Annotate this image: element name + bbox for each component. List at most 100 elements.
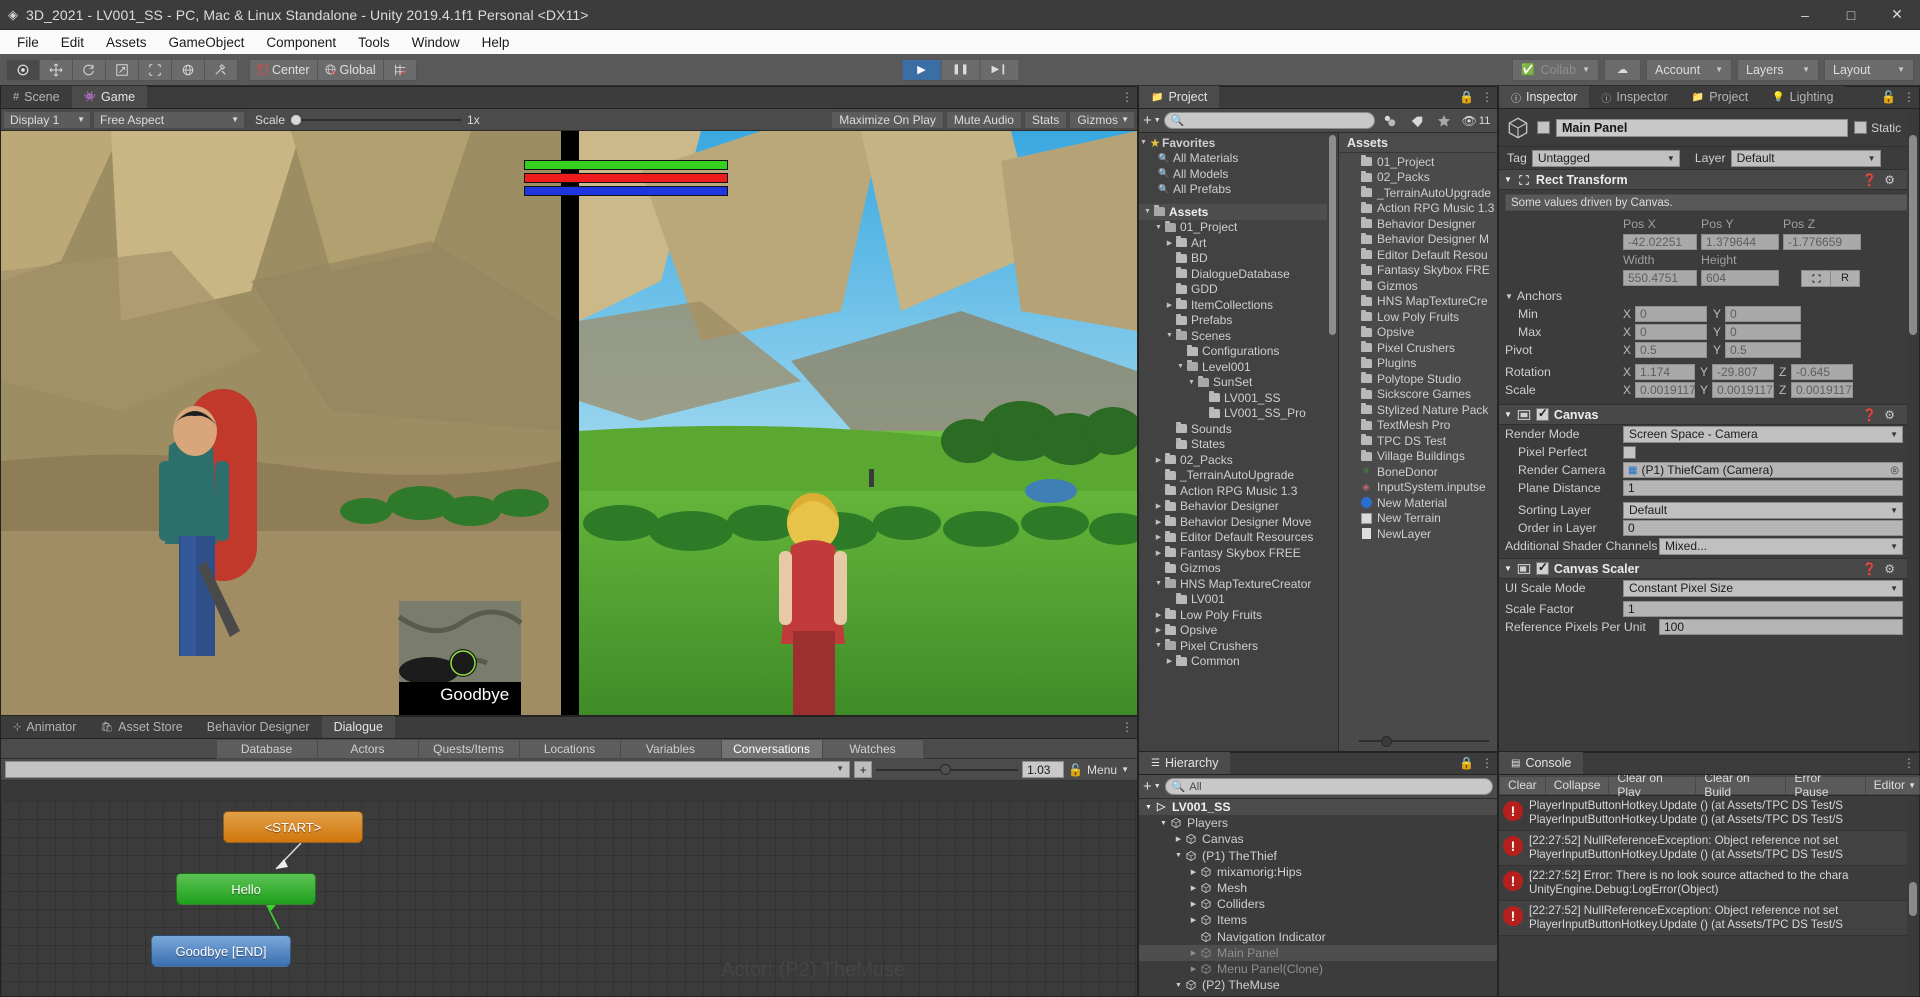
- inspector-scrollbar[interactable]: [1907, 109, 1919, 751]
- preset-icon[interactable]: ⚙: [1884, 562, 1895, 576]
- favorites-root[interactable]: ▼ ★ Favorites: [1139, 135, 1338, 151]
- move-tool-button[interactable]: [39, 58, 73, 81]
- asset-list-item[interactable]: Behavior Designer M: [1339, 232, 1497, 248]
- asset-list-item[interactable]: Village Buildings: [1339, 449, 1497, 465]
- asset-list-item[interactable]: NewLayer: [1339, 526, 1497, 542]
- menu-help[interactable]: Help: [471, 33, 521, 52]
- menu-gameobject[interactable]: GameObject: [158, 33, 256, 52]
- project-tree-item[interactable]: Action RPG Music 1.3: [1139, 483, 1338, 499]
- foldout-arrow-icon[interactable]: ▼: [1173, 982, 1184, 989]
- layers-button[interactable]: Layers ▼: [1737, 58, 1819, 81]
- static-toggle[interactable]: Static ▼: [1854, 121, 1913, 135]
- asset-list-item[interactable]: New Terrain: [1339, 511, 1497, 527]
- panel-menu-icon[interactable]: ⋮: [1903, 90, 1915, 104]
- project-tree-item[interactable]: ▼ SunSet: [1139, 375, 1338, 391]
- foldout-arrow-icon[interactable]: ▶: [1188, 916, 1199, 924]
- rect-transform-header[interactable]: ▼ Rect Transform ❓ ⚙ ⋮: [1499, 169, 1919, 190]
- pos-z-field[interactable]: -1.776659: [1783, 234, 1861, 250]
- foldout-arrow-icon[interactable]: ▼: [1176, 363, 1185, 370]
- preset-icon[interactable]: ⚙: [1884, 408, 1895, 422]
- asset-list-item[interactable]: _TerrainAutoUpgrade: [1339, 185, 1497, 201]
- pixel-perfect-checkbox[interactable]: [1623, 445, 1636, 459]
- foldout-arrow-icon[interactable]: ▼: [1139, 139, 1148, 146]
- favorite-item-0[interactable]: 🔍 All Materials: [1139, 151, 1338, 167]
- tab-scene[interactable]: # Scene: [1, 86, 72, 108]
- maximize-button[interactable]: □: [1828, 0, 1874, 30]
- menu-component[interactable]: Component: [255, 33, 347, 52]
- foldout-arrow-icon[interactable]: ▶: [1154, 626, 1163, 634]
- subtab-locations[interactable]: Locations: [518, 739, 621, 759]
- mute-audio-toggle[interactable]: Mute Audio: [945, 110, 1022, 129]
- stats-toggle[interactable]: Stats: [1023, 110, 1068, 129]
- foldout-arrow-icon[interactable]: ▼: [1173, 852, 1184, 859]
- project-tree-item[interactable]: ▶ Behavior Designer: [1139, 499, 1338, 515]
- pivot-y-field[interactable]: 0.5: [1725, 342, 1801, 358]
- foldout-arrow-icon[interactable]: ▼: [1154, 224, 1163, 231]
- tab-dialogue[interactable]: Dialogue: [321, 716, 395, 738]
- subtab-conversations[interactable]: Conversations: [720, 739, 823, 759]
- lock-icon[interactable]: 🔓: [1068, 763, 1083, 777]
- foldout-arrow-icon[interactable]: ▶: [1173, 835, 1184, 843]
- scale-factor-field[interactable]: 1: [1623, 601, 1903, 617]
- hierarchy-item[interactable]: ▶ Main Panel: [1139, 944, 1497, 961]
- rotation-x-field[interactable]: 1.174: [1635, 364, 1695, 380]
- tab-game[interactable]: 👾 Game: [71, 86, 148, 108]
- asset-list-item[interactable]: TPC DS Test: [1339, 433, 1497, 449]
- play-button[interactable]: ▶: [901, 58, 942, 81]
- foldout-arrow-icon[interactable]: ▼: [1504, 175, 1512, 184]
- gizmos-dropdown[interactable]: Gizmos ▼: [1069, 110, 1135, 129]
- help-icon[interactable]: ❓: [1862, 562, 1877, 576]
- subtab-watches[interactable]: Watches: [821, 739, 924, 759]
- transform-tool-button[interactable]: [171, 58, 205, 81]
- game-scale-slider[interactable]: [291, 113, 462, 127]
- lock-icon[interactable]: 🔓: [1881, 90, 1896, 104]
- foldout-arrow-icon[interactable]: ▶: [1165, 239, 1174, 247]
- pivot-mode-button[interactable]: Center: [249, 58, 318, 81]
- asset-list-item[interactable]: 02_Packs: [1339, 170, 1497, 186]
- foldout-arrow-icon[interactable]: ▶: [1188, 900, 1199, 908]
- foldout-arrow-icon[interactable]: ▼: [1154, 580, 1163, 587]
- pivot-rotation-button[interactable]: Global: [316, 58, 384, 81]
- foldout-arrow-icon[interactable]: ▶: [1165, 301, 1174, 309]
- asset-list-item[interactable]: Behavior Designer: [1339, 216, 1497, 232]
- scale-y-field[interactable]: 0.0019117: [1712, 382, 1774, 398]
- height-field[interactable]: 604: [1701, 270, 1779, 286]
- foldout-arrow-icon[interactable]: ▼: [1187, 379, 1196, 386]
- dialogue-node-hello[interactable]: Hello: [176, 873, 316, 905]
- foldout-arrow-icon[interactable]: ▶: [1154, 502, 1163, 510]
- anchor-min-y-field[interactable]: 0: [1725, 306, 1801, 322]
- dialogue-menu-button[interactable]: Menu ▼: [1087, 763, 1133, 777]
- scale-z-field[interactable]: 0.0019117: [1791, 382, 1853, 398]
- tab-hierarchy[interactable]: ☰ Hierarchy: [1139, 752, 1231, 774]
- project-tree-item[interactable]: BD: [1139, 251, 1338, 267]
- static-checkbox[interactable]: [1854, 121, 1868, 134]
- panel-menu-icon[interactable]: ⋮: [1121, 720, 1133, 734]
- project-tree-item[interactable]: ▶ Low Poly Fruits: [1139, 607, 1338, 623]
- canvas-enabled-checkbox[interactable]: [1535, 406, 1549, 421]
- order-in-layer-field[interactable]: 0: [1623, 520, 1903, 536]
- lock-icon[interactable]: 🔒: [1459, 90, 1474, 104]
- hierarchy-tree[interactable]: ▼ LV001_SS ▼ Players ▶ Canvas ▼ (P1) TheThief ▶ m…: [1139, 799, 1497, 996]
- error-pause-button[interactable]: Error Pause: [1785, 771, 1866, 799]
- asset-list-item[interactable]: Opsive: [1339, 325, 1497, 341]
- pause-button[interactable]: ❚❚: [940, 58, 981, 81]
- project-tree-item[interactable]: Gizmos: [1139, 561, 1338, 577]
- project-tree-item[interactable]: LV001_SS_Pro: [1139, 406, 1338, 422]
- hierarchy-item[interactable]: ▶ Items: [1139, 912, 1497, 928]
- project-tree-item[interactable]: ▶ Editor Default Resources: [1139, 530, 1338, 546]
- favorites-star-icon[interactable]: [1432, 112, 1456, 130]
- subtab-variables[interactable]: Variables: [619, 739, 722, 759]
- project-tree-item[interactable]: ▼ Pixel Crushers: [1139, 638, 1338, 654]
- project-tree-item[interactable]: LV001_SS: [1139, 390, 1338, 406]
- hierarchy-item[interactable]: ▼ (P2) TheMuse: [1139, 977, 1497, 993]
- cloud-button[interactable]: ☁: [1604, 58, 1641, 81]
- asset-list-item[interactable]: Editor Default Resou: [1339, 247, 1497, 263]
- asset-list-item[interactable]: Low Poly Fruits: [1339, 309, 1497, 325]
- foldout-arrow-icon[interactable]: ▼: [1143, 804, 1154, 811]
- pivot-x-field[interactable]: 0.5: [1635, 342, 1707, 358]
- minimize-button[interactable]: –: [1782, 0, 1828, 30]
- subtab-actors[interactable]: Actors: [316, 739, 419, 759]
- foldout-arrow-icon[interactable]: ▼: [1143, 208, 1152, 215]
- project-tree-item[interactable]: States: [1139, 437, 1338, 453]
- add-conversation-button[interactable]: +: [854, 761, 873, 778]
